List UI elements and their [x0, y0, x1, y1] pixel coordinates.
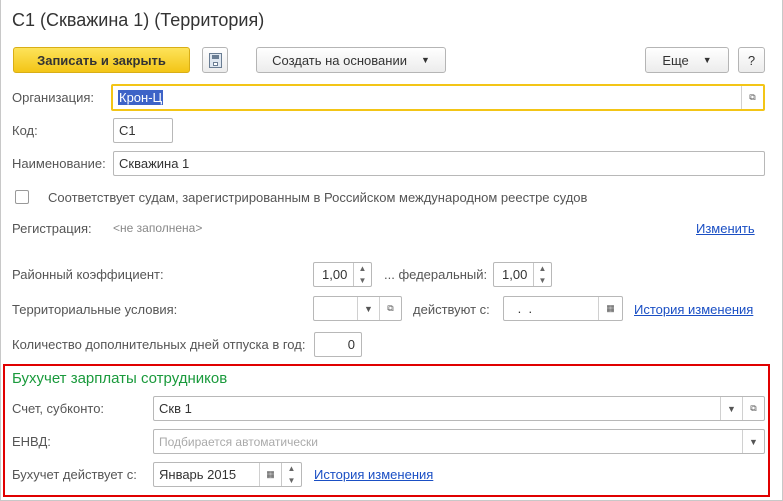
- dropdown-arrow-icon: ▼: [420, 55, 430, 65]
- calendar-icon[interactable]: ▦: [259, 463, 281, 486]
- more-label: Еще: [662, 52, 689, 68]
- open-icon[interactable]: ⧉: [742, 397, 764, 420]
- fed-field[interactable]: 1,00 ▲ ▼: [493, 262, 552, 287]
- code-field[interactable]: С1: [113, 118, 173, 143]
- valid-from-field[interactable]: . . ▦: [503, 296, 623, 321]
- valid-from-label: действуют с:: [413, 302, 490, 317]
- open-icon[interactable]: ⧉: [379, 297, 401, 320]
- save-and-close-button[interactable]: Записать и закрыть: [13, 47, 190, 73]
- spinner-icon[interactable]: ▲ ▼: [281, 463, 301, 486]
- envd-label: ЕНВД:: [12, 434, 51, 449]
- calendar-icon[interactable]: ▦: [598, 297, 622, 320]
- accounting-from-label: Бухучет действует с:: [12, 467, 137, 482]
- save-button[interactable]: [202, 47, 228, 73]
- account-label: Счет, субконто:: [12, 401, 105, 416]
- create-based-on-button[interactable]: Создать на основании ▼: [256, 47, 446, 73]
- reg-label: Регистрация:: [12, 221, 92, 236]
- dropdown-arrow-icon[interactable]: ▼: [357, 297, 379, 320]
- dropdown-arrow-icon: ▼: [702, 55, 712, 65]
- accounting-from-field[interactable]: Январь 2015 ▦ ▲ ▼: [153, 462, 302, 487]
- fed-label: ... федеральный:: [384, 267, 488, 282]
- reg-value: <не заполнена>: [113, 221, 203, 235]
- coef-label: Районный коэффициент:: [12, 267, 164, 282]
- valid-from-value: . .: [514, 301, 533, 316]
- fed-value: 1,00: [502, 267, 528, 282]
- days-label: Количество дополнительных дней отпуска в…: [12, 337, 306, 352]
- name-label: Наименование:: [12, 156, 106, 171]
- accounting-heading: Бухучет зарплаты сотрудников: [12, 370, 228, 387]
- spinner-icon[interactable]: ▲ ▼: [353, 263, 371, 286]
- name-field[interactable]: Скважина 1: [113, 151, 765, 176]
- org-value: Крон-Ц: [118, 90, 164, 105]
- rmrs-checkbox[interactable]: [15, 190, 29, 204]
- rmrs-label: Соответствует судам, зарегистрированным …: [48, 190, 588, 205]
- envd-field[interactable]: Подбирается автоматически ▼: [153, 429, 765, 454]
- reg-change-link[interactable]: Изменить: [696, 221, 755, 236]
- terr-history-link[interactable]: История изменения: [634, 302, 753, 317]
- floppy-icon: [208, 52, 222, 68]
- terr-label: Территориальные условия:: [12, 302, 178, 317]
- create-based-on-label: Создать на основании: [272, 52, 407, 68]
- page-title: С1 (Скважина 1) (Территория): [12, 10, 265, 30]
- more-button[interactable]: Еще ▼: [645, 47, 729, 73]
- spinner-icon[interactable]: ▲ ▼: [533, 263, 551, 286]
- code-label: Код:: [12, 123, 38, 138]
- coef-field[interactable]: 1,00 ▲ ▼: [313, 262, 372, 287]
- org-field[interactable]: Крон-Ц ⧉: [111, 84, 765, 111]
- account-field[interactable]: Скв 1 ▼ ⧉: [153, 396, 765, 421]
- days-field[interactable]: 0: [314, 332, 362, 357]
- account-value: Скв 1: [159, 401, 192, 416]
- dropdown-arrow-icon[interactable]: ▼: [742, 430, 764, 453]
- dropdown-arrow-icon[interactable]: ▼: [720, 397, 742, 420]
- help-button[interactable]: ?: [738, 47, 765, 73]
- coef-value: 1,00: [322, 267, 348, 282]
- accounting-history-link[interactable]: История изменения: [314, 467, 433, 482]
- terr-field[interactable]: ▼ ⧉: [313, 296, 402, 321]
- accounting-from-value: Январь 2015: [159, 467, 237, 482]
- open-icon[interactable]: ⧉: [741, 86, 763, 109]
- org-label: Организация:: [12, 90, 95, 105]
- envd-placeholder: Подбирается автоматически: [159, 434, 318, 449]
